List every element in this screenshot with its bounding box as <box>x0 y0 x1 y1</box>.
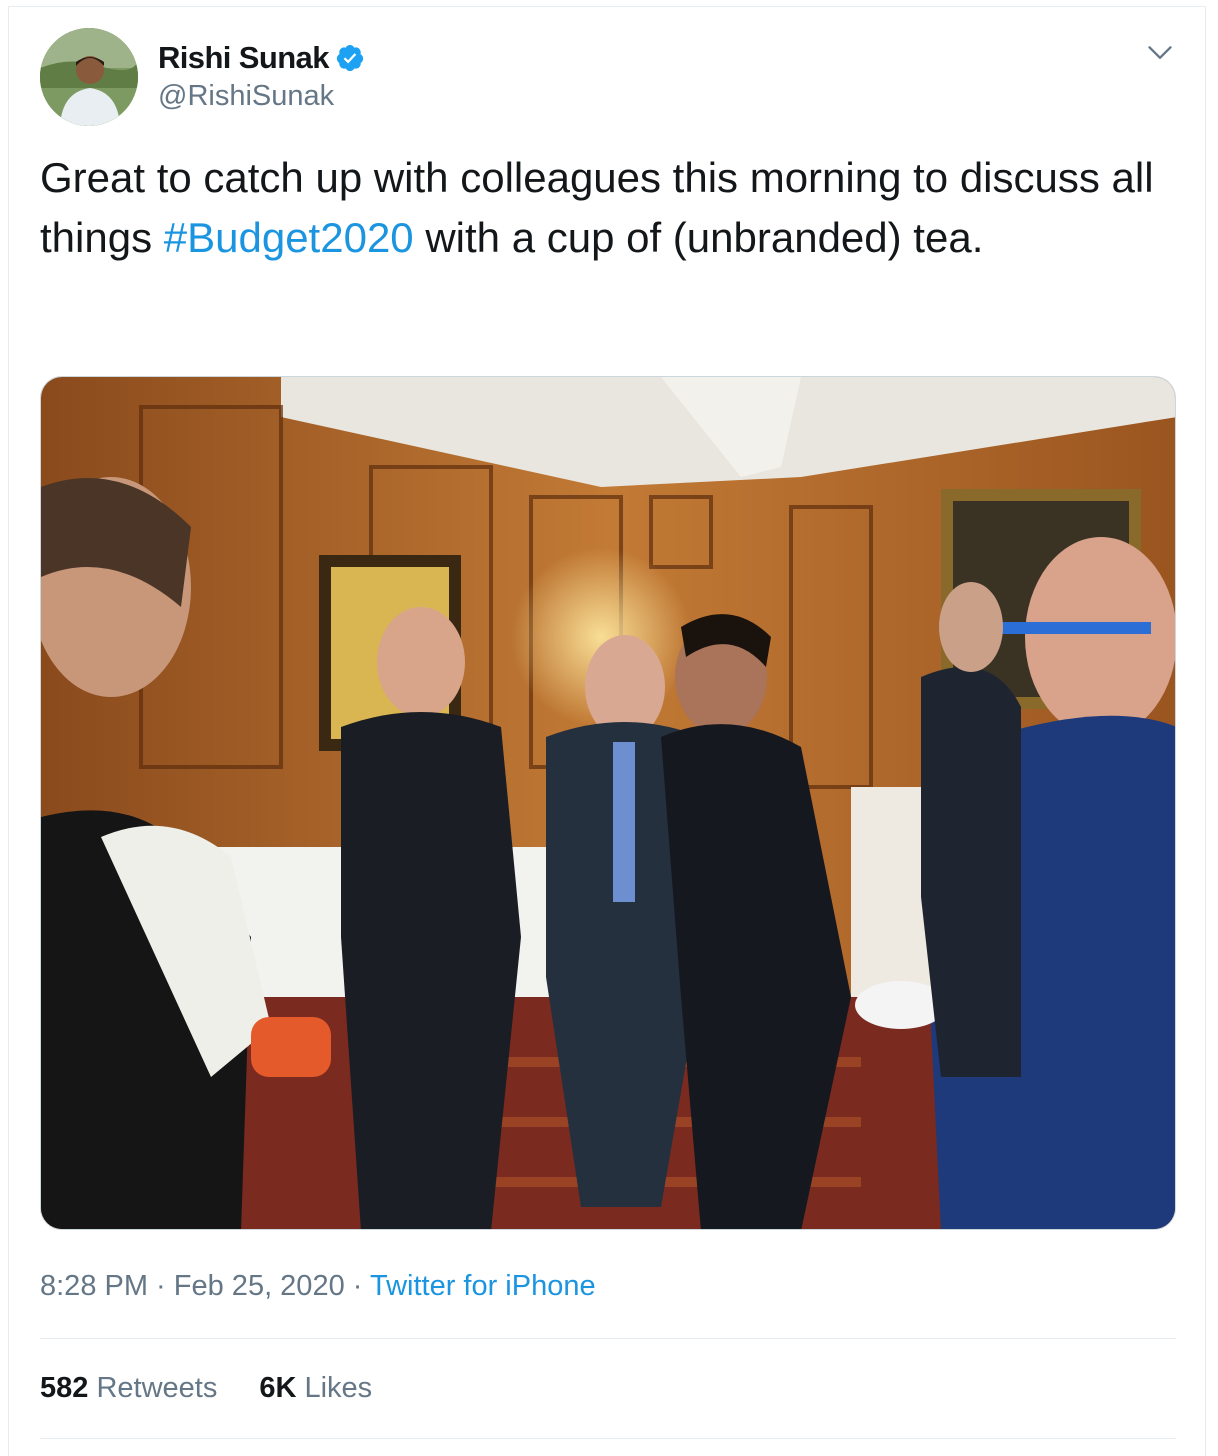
photo-image <box>41 377 1175 1229</box>
retweets-stat[interactable]: 582 Retweets <box>40 1372 217 1405</box>
meta-separator: · <box>344 1270 370 1302</box>
author-handle[interactable]: @RishiSunak <box>158 80 334 113</box>
tweet-photo[interactable] <box>40 376 1176 1230</box>
likes-count: 6K <box>259 1372 297 1404</box>
avatar[interactable] <box>40 28 138 126</box>
meta-separator: · <box>148 1270 174 1302</box>
chevron-down-icon[interactable] <box>1146 38 1174 66</box>
hashtag-link[interactable]: #Budget2020 <box>164 214 414 261</box>
divider <box>40 1438 1176 1439</box>
verified-badge-icon <box>336 45 363 71</box>
divider <box>40 1338 1176 1339</box>
avatar-image <box>40 28 138 126</box>
likes-stat[interactable]: 6K Likes <box>259 1372 372 1405</box>
tweet-stats: 582 Retweets 6K Likes <box>40 1372 372 1405</box>
tweet-text-after: with a cup of (unbranded) tea. <box>413 214 984 261</box>
likes-label: Likes <box>304 1372 373 1404</box>
tweet-text: Great to catch up with colleagues this m… <box>40 148 1160 268</box>
tweet-time[interactable]: 8:28 PM <box>40 1270 148 1302</box>
author-name-row[interactable]: Rishi Sunak <box>158 40 365 76</box>
retweets-label: Retweets <box>96 1372 218 1404</box>
tweet-meta: 8:28 PM · Feb 25, 2020 · Twitter for iPh… <box>40 1270 596 1303</box>
tweet-source-link[interactable]: Twitter for iPhone <box>370 1270 596 1302</box>
display-name[interactable]: Rishi Sunak <box>158 40 329 76</box>
retweets-count: 582 <box>40 1372 89 1404</box>
tweet-date[interactable]: Feb 25, 2020 <box>174 1270 345 1302</box>
